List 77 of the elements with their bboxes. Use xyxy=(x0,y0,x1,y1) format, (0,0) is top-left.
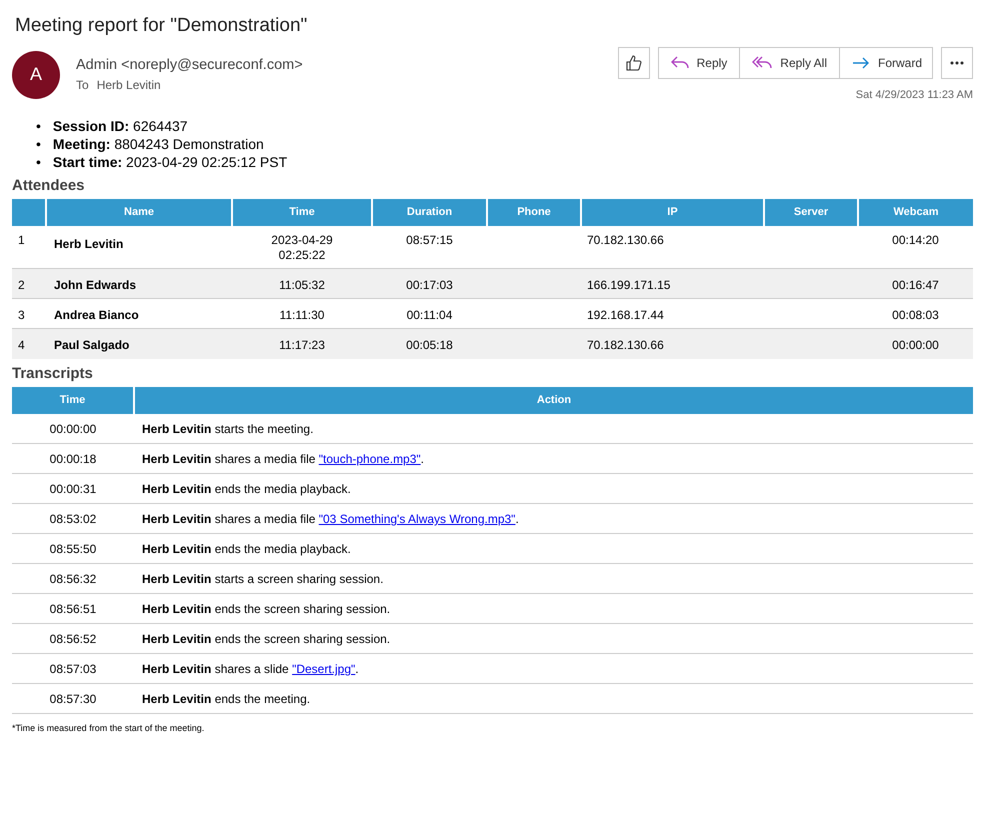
section-heading: Attendees xyxy=(12,177,86,196)
ip-address: 166.199.171.15 xyxy=(581,268,764,299)
ip-address: 70.182.130.66 xyxy=(581,226,764,269)
column-header: Phone xyxy=(487,199,581,226)
transcript-action: Herb Levitin ends the media playback. xyxy=(142,542,351,556)
session-info-item: Meeting: 8804243 Demonstration xyxy=(52,135,264,154)
section-heading: Transcripts xyxy=(12,364,94,383)
bullet: • xyxy=(36,153,41,172)
thumbs-up-icon xyxy=(626,54,642,71)
attendee-name: John Edwards xyxy=(46,268,232,299)
transcript-time: 08:56:51 xyxy=(12,594,134,624)
duration: 00:17:03 xyxy=(372,268,487,299)
transcript-action: Herb Levitin ends the meeting. xyxy=(142,692,310,706)
webcam-time: 00:16:47 xyxy=(858,268,973,299)
column-header: IP xyxy=(581,199,764,226)
transcript-action: Herb Levitin ends the screen sharing session. xyxy=(142,632,390,646)
file-link[interactable]: "Desert.jpg" xyxy=(292,662,356,676)
transcript-time: 08:56:32 xyxy=(12,564,134,594)
forward-icon xyxy=(852,56,870,69)
like-button[interactable] xyxy=(618,46,650,79)
duration: 08:57:15 xyxy=(372,226,487,269)
webcam-time: 00:14:20 xyxy=(858,226,973,269)
reply-button[interactable]: Reply xyxy=(658,46,740,79)
transcript-action: Herb Levitin ends the screen sharing session. xyxy=(142,602,390,616)
transcript-time: 08:55:50 xyxy=(12,534,134,564)
more-icon xyxy=(950,60,964,65)
file-link[interactable]: "03 Something's Always Wrong.mp3" xyxy=(318,512,516,526)
transcript-time: 00:00:00 xyxy=(12,414,134,444)
attendee-name: Herb Levitin xyxy=(46,226,232,269)
column-header xyxy=(12,199,46,226)
column-header: Webcam xyxy=(858,199,973,226)
join-time: 11:17:23 xyxy=(279,338,325,354)
transcript-action: Herb Levitin shares a slide "Desert.jpg". xyxy=(142,662,359,676)
webcam-time: 00:00:00 xyxy=(858,328,973,359)
avatar: A xyxy=(12,50,60,99)
transcript-time: 08:57:03 xyxy=(12,654,134,684)
reply-all-button[interactable]: Reply All xyxy=(740,46,840,79)
join-time: 11:11:30 xyxy=(280,308,324,324)
file-link[interactable]: "touch-phone.mp3" xyxy=(318,452,421,466)
join-time: 11:05:32 xyxy=(279,278,325,294)
join-time: 2023-04-29 02:25:22 xyxy=(270,233,334,264)
ip-address: 70.182.130.66 xyxy=(581,328,764,359)
transcript-action: Herb Levitin starts the meeting. xyxy=(142,422,314,436)
column-header: Server xyxy=(764,199,858,226)
forward-button[interactable]: Forward xyxy=(840,46,933,79)
more-button[interactable] xyxy=(941,46,973,79)
sent-date: Sat 4/29/2023 11:23 AM xyxy=(856,88,973,103)
transcript-time: 08:56:52 xyxy=(12,624,134,654)
transcript-action: Herb Levitin shares a media file "touch-phone.mp3". xyxy=(142,452,424,466)
bullet: • xyxy=(36,117,41,136)
recipient-name: Herb Levitin xyxy=(96,77,161,94)
footnote: *Time is measured from the start of the meeting. xyxy=(12,722,206,736)
sender-name: Admin <noreply@secureconf.com> xyxy=(76,56,304,75)
to-label: To xyxy=(76,77,89,94)
reply-all-icon xyxy=(752,56,772,70)
column-header: Time xyxy=(232,199,372,226)
column-header: Name xyxy=(46,199,232,226)
transcript-time: 08:53:02 xyxy=(12,504,134,534)
row-number: 2 xyxy=(12,268,46,299)
transcript-action: Herb Levitin shares a media file "03 Something's Always Wrong.mp3". xyxy=(142,512,519,526)
duration: 00:05:18 xyxy=(372,328,487,359)
attendee-name: Paul Salgado xyxy=(46,328,232,359)
email-subject: Meeting report for "Demonstration" xyxy=(15,14,308,38)
session-info-item: Start time: 2023-04-29 02:25:12 PST xyxy=(52,153,288,172)
row-number: 1 xyxy=(12,226,46,269)
transcript-time: 00:00:31 xyxy=(12,474,134,504)
transcript-action: Herb Levitin ends the media playback. xyxy=(142,482,351,496)
column-header: Time xyxy=(12,386,134,414)
row-number: 4 xyxy=(12,328,46,359)
bullet: • xyxy=(36,135,41,154)
transcript-time: 00:00:18 xyxy=(12,444,134,474)
column-header: Action xyxy=(134,386,973,414)
transcript-action: Herb Levitin starts a screen sharing session. xyxy=(142,572,384,586)
column-header: Duration xyxy=(372,199,487,226)
session-info-item: Session ID: 6264437 xyxy=(52,117,188,136)
transcript-time: 08:57:30 xyxy=(12,684,134,714)
reply-icon xyxy=(670,56,689,70)
